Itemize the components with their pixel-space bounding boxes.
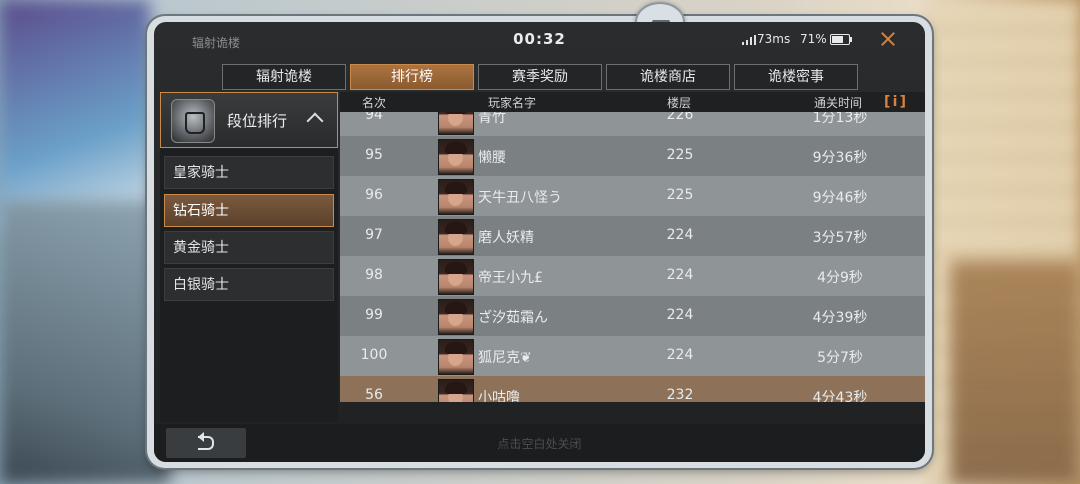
table-row[interactable]: 97 磨人妖精 224 3分57秒 — [340, 216, 925, 256]
time-cell: 4分9秒 — [817, 270, 863, 286]
table-header: 名次 玩家名字 楼层 通关时间 i — [340, 92, 925, 112]
player-name-cell: 懒腰 — [478, 150, 506, 166]
floor-cell: 232 — [666, 387, 694, 402]
avatar — [438, 339, 474, 375]
avatar — [438, 112, 474, 135]
tab-leaderboard[interactable]: 排行榜 — [350, 64, 474, 90]
avatar — [438, 259, 474, 295]
player-name-cell: 帝王小九£ — [478, 270, 543, 286]
sidebar-item-diamond-knight[interactable]: 钻石骑士 — [164, 194, 334, 227]
player-name-cell: 天牛丑八怪う — [478, 190, 562, 206]
leaderboard-rows[interactable]: 94 青竹 226 1分13秒 95 懒腰 225 9分36秒 96 天牛丑八怪… — [340, 112, 925, 402]
info-icon[interactable]: i — [884, 93, 906, 111]
rank-cell: 95 — [365, 147, 383, 163]
rank-cell: 94 — [365, 112, 383, 123]
floor-cell: 224 — [666, 267, 694, 283]
tablet-screen: 辐射诡楼 00:32 73ms 71% 辐射诡楼 排行榜 赛季奖励 诡楼商店 诡… — [154, 22, 925, 462]
chevron-up-icon — [306, 112, 324, 130]
table-row[interactable]: 96 天牛丑八怪う 225 9分46秒 — [340, 176, 925, 216]
time-cell: 9分36秒 — [812, 150, 868, 166]
header-floor: 楼层 — [667, 96, 692, 110]
table-row[interactable]: 94 青竹 226 1分13秒 — [340, 112, 925, 136]
tab-tower-shop[interactable]: 诡楼商店 — [606, 64, 730, 90]
avatar — [438, 139, 474, 175]
table-row[interactable]: 99 ざ汐茹霜ん 224 4分39秒 — [340, 296, 925, 336]
table-row[interactable]: 100 狐尼克❦ 224 5分7秒 — [340, 336, 925, 376]
rank-cell: 96 — [365, 187, 383, 203]
rank-cell: 100 — [360, 347, 388, 363]
time-cell: 9分46秒 — [812, 190, 868, 206]
time-cell: 5分7秒 — [817, 350, 863, 366]
tab-bar: 辐射诡楼 排行榜 赛季奖励 诡楼商店 诡楼密事 — [222, 64, 858, 90]
self-rank-row[interactable]: 56 小咕噜 232 4分43秒 — [340, 376, 925, 402]
ping-label: 73ms — [757, 32, 791, 46]
player-name-cell: ざ汐茹霜ん — [478, 310, 548, 326]
player-name-cell: 小咕噜 — [478, 390, 520, 402]
time-cell: 1分13秒 — [812, 112, 868, 126]
background-decor — [0, 0, 150, 230]
rank-cell: 97 — [365, 227, 383, 243]
tab-season-rewards[interactable]: 赛季奖励 — [478, 64, 602, 90]
rank-sidebar: 段位排行 皇家骑士 钻石骑士 黄金骑士 白银骑士 — [160, 92, 338, 422]
header-player-name: 玩家名字 — [488, 96, 537, 110]
rank-emblem-icon — [171, 99, 215, 143]
sidebar-item-royal-knight[interactable]: 皇家骑士 — [164, 156, 334, 189]
status-bar: 辐射诡楼 00:32 73ms 71% — [154, 22, 925, 58]
time-cell: 3分57秒 — [812, 230, 868, 246]
player-name-cell: 青竹 — [478, 112, 506, 126]
table-row[interactable]: 98 帝王小九£ 224 4分9秒 — [340, 256, 925, 296]
time-cell: 4分39秒 — [812, 310, 868, 326]
floor-cell: 224 — [666, 347, 694, 363]
floor-cell: 224 — [666, 227, 694, 243]
player-name-cell: 狐尼克❦ — [478, 350, 532, 366]
background-decor — [0, 200, 170, 484]
battery-icon — [830, 34, 852, 45]
table-row[interactable]: 95 懒腰 225 9分36秒 — [340, 136, 925, 176]
avatar — [438, 179, 474, 215]
sidebar-item-gold-knight[interactable]: 黄金骑士 — [164, 231, 334, 264]
close-hint[interactable]: 点击空白处关闭 — [154, 435, 925, 452]
tab-tower-secrets[interactable]: 诡楼密事 — [734, 64, 858, 90]
rank-cell: 99 — [365, 307, 383, 323]
rank-cell: 56 — [365, 387, 383, 402]
floor-cell: 225 — [666, 147, 694, 163]
rank-dropdown[interactable]: 段位排行 — [160, 92, 338, 148]
sidebar-item-silver-knight[interactable]: 白银骑士 — [164, 268, 334, 301]
battery-label: 71% — [800, 32, 827, 46]
header-clear-time: 通关时间 — [814, 96, 863, 110]
rank-dropdown-label: 段位排行 — [227, 112, 288, 130]
bottom-bar: 点击空白处关闭 — [154, 424, 925, 462]
avatar — [438, 299, 474, 335]
background-decor — [950, 260, 1080, 484]
tablet-frame: 辐射诡楼 00:32 73ms 71% 辐射诡楼 排行榜 赛季奖励 诡楼商店 诡… — [147, 2, 932, 468]
avatar — [438, 379, 474, 402]
rank-cell: 98 — [365, 267, 383, 283]
header-rank: 名次 — [362, 96, 387, 110]
floor-cell: 226 — [666, 112, 694, 123]
floor-cell: 225 — [666, 187, 694, 203]
time-cell: 4分43秒 — [812, 390, 868, 402]
signal-icon — [742, 35, 756, 45]
leaderboard-table: 名次 玩家名字 楼层 通关时间 i 94 青竹 226 1分13秒 95 懒腰 — [340, 92, 925, 422]
close-icon[interactable] — [876, 28, 900, 52]
floor-cell: 224 — [666, 307, 694, 323]
tab-radiation-tower[interactable]: 辐射诡楼 — [222, 64, 346, 90]
player-name-cell: 磨人妖精 — [478, 230, 534, 246]
avatar — [438, 219, 474, 255]
